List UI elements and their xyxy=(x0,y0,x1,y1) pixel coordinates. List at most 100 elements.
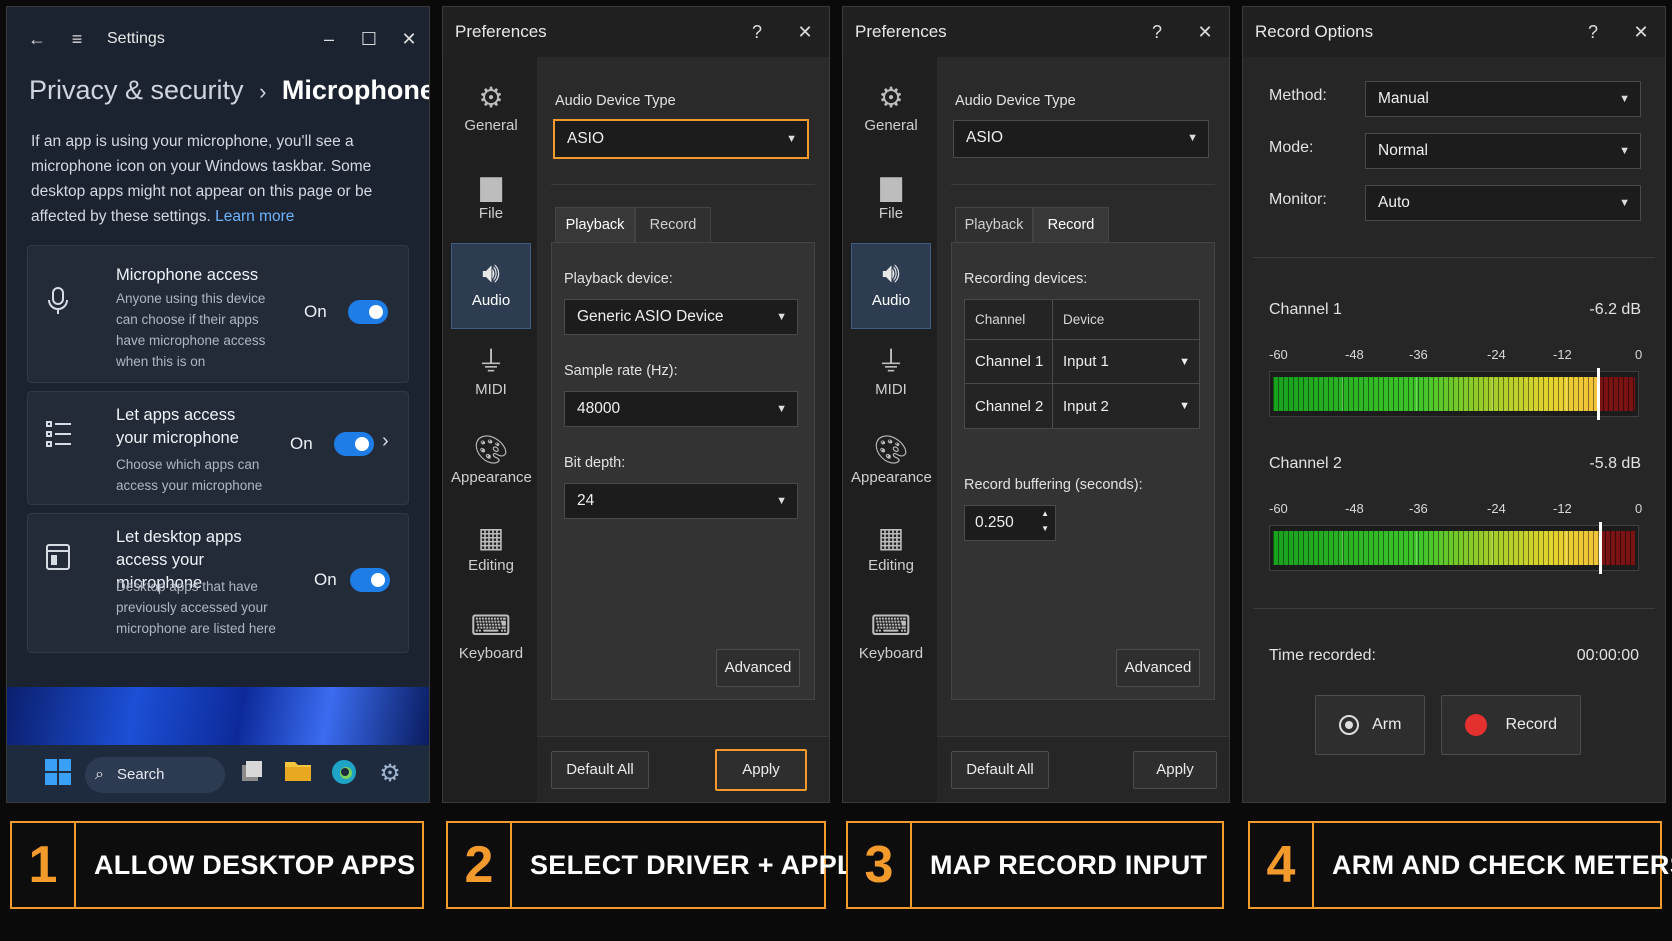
default-all-button[interactable]: Default All xyxy=(551,751,649,789)
caret-down-icon: ▼ xyxy=(776,495,787,507)
apply-button[interactable]: Apply xyxy=(715,749,807,791)
advanced-button[interactable]: Advanced xyxy=(1116,649,1200,687)
default-all-button[interactable]: Default All xyxy=(951,751,1049,789)
taskbar: ⌕ Search ⚙ xyxy=(7,745,429,802)
sidebar-item-keyboard[interactable]: ⌨ Keyboard xyxy=(851,597,931,683)
mode-dropdown[interactable]: Normal ▼ xyxy=(1365,133,1641,169)
arm-button[interactable]: Arm xyxy=(1315,695,1425,755)
table-header: Channel Device xyxy=(965,300,1199,340)
toggle-state-label: On xyxy=(290,434,313,453)
gear-icon: ⚙ xyxy=(478,82,504,113)
sidebar-item-appearance[interactable]: 🎨︎ Appearance xyxy=(451,421,532,507)
scale-tick: 0 xyxy=(1635,347,1643,362)
device-select[interactable]: Input 1 ▼ xyxy=(1053,340,1200,383)
sidebar-item-appearance[interactable]: 🎨︎ Appearance xyxy=(851,421,932,507)
help-icon[interactable]: ? xyxy=(733,22,781,43)
sidebar-item-label: General xyxy=(464,117,518,134)
sidebar-item-label: Keyboard xyxy=(458,645,524,662)
sample-rate-dropdown[interactable]: 48000 ▼ xyxy=(564,391,798,427)
desktop-apps-access-toggle[interactable] xyxy=(350,568,390,592)
tab-record[interactable]: Record xyxy=(1033,207,1109,243)
folder-icon: ▆ xyxy=(480,170,502,201)
learn-more-link[interactable]: Learn more xyxy=(215,208,294,225)
maximize-icon[interactable]: ☐ xyxy=(349,29,389,50)
sidebar-item-file[interactable]: ▆ File xyxy=(451,157,531,243)
settings-gear-icon[interactable]: ⚙ xyxy=(375,759,405,789)
audio-device-type-dropdown[interactable]: ASIO ▼ xyxy=(953,120,1209,158)
channel-1-meter xyxy=(1269,368,1639,420)
tab-record[interactable]: Record xyxy=(635,207,711,243)
edge-browser-icon[interactable] xyxy=(329,759,359,789)
playback-device-dropdown[interactable]: Generic ASIO Device ▼ xyxy=(564,299,798,335)
close-icon[interactable]: ✕ xyxy=(1181,22,1229,43)
sidebar-item-audio[interactable]: 🔊︎ Audio xyxy=(851,243,931,329)
sidebar-item-label: File xyxy=(878,205,904,222)
sidebar-item-midi[interactable]: ⏚ MIDI xyxy=(451,333,531,419)
divider xyxy=(551,184,815,185)
record-buffering-stepper[interactable]: 0.250 ▲ ▼ xyxy=(964,505,1056,541)
meter-gridline xyxy=(1342,377,1343,411)
sidebar-item-label: General xyxy=(864,117,918,134)
close-icon[interactable]: ✕ xyxy=(781,22,829,43)
toggle-state-label: On xyxy=(304,302,327,321)
back-icon[interactable]: ← xyxy=(19,29,55,50)
card-apps-access[interactable]: Let apps access your microphone Choose w… xyxy=(27,391,409,505)
arm-label: Arm xyxy=(1372,716,1402,733)
scale-tick: -48 xyxy=(1345,501,1364,516)
meter-scale: -60 -48 -36 -24 -12 0 xyxy=(1269,347,1643,363)
preferences-footer: Default All Apply xyxy=(537,736,829,802)
monitor-dropdown[interactable]: Auto ▼ xyxy=(1365,185,1641,221)
preferences-main: Audio Device Type ASIO ▼ Playback Record … xyxy=(937,57,1229,802)
divider xyxy=(951,184,1215,185)
table-row: Channel 2 Input 2 ▼ xyxy=(965,384,1199,428)
menu-icon[interactable]: ≡ xyxy=(55,29,99,50)
audio-device-type-label: Audio Device Type xyxy=(555,93,676,109)
advanced-button[interactable]: Advanced xyxy=(716,649,800,687)
apply-button[interactable]: Apply xyxy=(1133,751,1217,789)
sidebar-item-general[interactable]: ⚙ General xyxy=(451,69,531,155)
meter-gridline xyxy=(1566,531,1567,565)
device-select[interactable]: Input 2 ▼ xyxy=(1053,384,1200,428)
apps-access-toggle[interactable] xyxy=(334,432,374,456)
sidebar-item-editing[interactable]: ▦ Editing xyxy=(451,509,531,595)
bit-depth-dropdown[interactable]: 24 ▼ xyxy=(564,483,798,519)
help-icon[interactable]: ? xyxy=(1133,22,1181,43)
sidebar-item-keyboard[interactable]: ⌨ Keyboard xyxy=(451,597,531,683)
close-icon[interactable]: ✕ xyxy=(1617,22,1665,43)
preferences-titlebar: Preferences ? ✕ xyxy=(843,7,1229,57)
windows-start-icon[interactable] xyxy=(43,759,73,789)
chevron-right-icon[interactable]: › xyxy=(382,430,389,453)
record-button[interactable]: Record xyxy=(1441,695,1581,755)
minimize-icon[interactable]: – xyxy=(309,29,349,50)
close-icon[interactable]: ✕ xyxy=(389,29,429,50)
tab-playback[interactable]: Playback xyxy=(955,207,1033,243)
dropdown-value: Auto xyxy=(1378,194,1410,211)
dropdown-value: ASIO xyxy=(966,129,1004,146)
file-explorer-icon[interactable] xyxy=(283,759,313,789)
sidebar-item-file[interactable]: ▆ File xyxy=(851,157,931,243)
task-view-icon[interactable] xyxy=(237,759,267,789)
preferences-sidebar: ⚙ General ▆ File 🔊︎ Audio ⏚ MIDI 🎨︎ Appearanc… xyxy=(843,57,937,802)
step-caption-4: 4 ARM AND CHECK METERS xyxy=(1248,821,1672,909)
method-dropdown[interactable]: Manual ▼ xyxy=(1365,81,1641,117)
sidebar-item-midi[interactable]: ⏚ MIDI xyxy=(851,333,931,419)
help-icon[interactable]: ? xyxy=(1569,22,1617,43)
microphone-access-toggle[interactable] xyxy=(348,300,388,324)
audio-device-type-dropdown[interactable]: ASIO ▼ xyxy=(553,119,809,159)
taskbar-search[interactable]: ⌕ Search xyxy=(85,757,225,793)
microphone-icon xyxy=(46,286,70,314)
table-row: Channel 1 Input 1 ▼ xyxy=(965,340,1199,384)
sidebar-item-general[interactable]: ⚙ General xyxy=(851,69,931,155)
sidebar-item-label: File xyxy=(478,205,504,222)
sidebar-item-label: Editing xyxy=(868,557,914,574)
stepper-down-icon[interactable]: ▼ xyxy=(1041,512,1049,546)
breadcrumb-parent[interactable]: Privacy & security xyxy=(29,75,244,105)
desktop-app-icon xyxy=(46,544,70,570)
tab-playback[interactable]: Playback xyxy=(555,207,635,243)
dropdown-value: Manual xyxy=(1378,90,1429,107)
record-options-titlebar: Record Options ? ✕ xyxy=(1243,7,1665,57)
channel-2-label: Channel 2 xyxy=(1269,455,1342,472)
sidebar-item-audio[interactable]: 🔊︎ Audio xyxy=(451,243,531,329)
sidebar-item-editing[interactable]: ▦ Editing xyxy=(851,509,931,595)
meter-scale: -60 -48 -36 -24 -12 0 xyxy=(1269,501,1643,517)
